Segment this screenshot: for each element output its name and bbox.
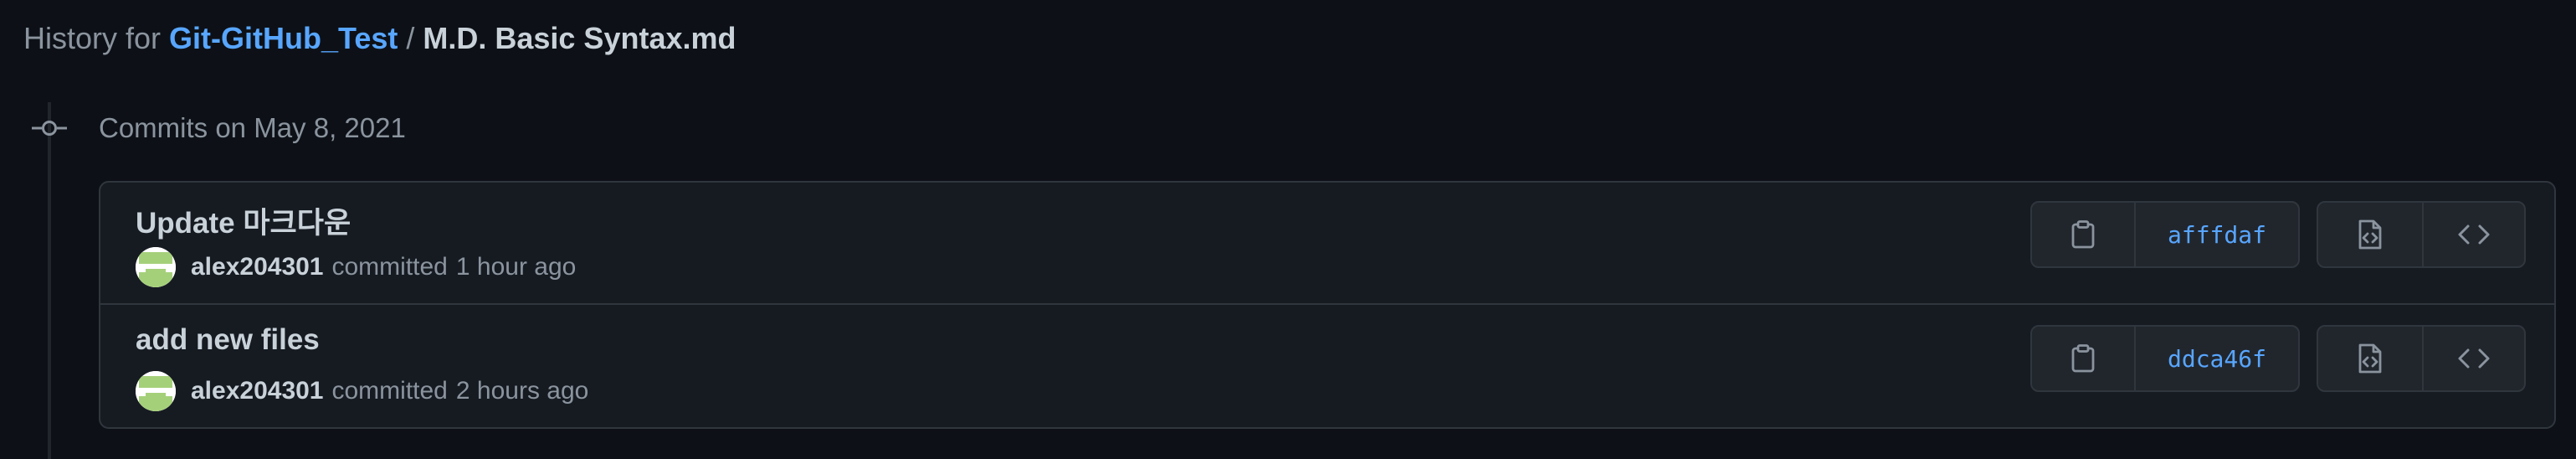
commit-meta: alex204301 committed 1 hour ago	[136, 246, 576, 288]
git-commit-icon	[32, 116, 67, 141]
page-title: History for Git-GitHub_Test / M.D. Basic…	[23, 15, 736, 62]
clipboard-icon	[2071, 344, 2095, 373]
code-icon	[2458, 348, 2490, 369]
browse-repo-button[interactable]	[2422, 203, 2524, 266]
commit-action: committed	[331, 377, 448, 405]
commit-message-link[interactable]: Update 마크다운	[136, 199, 351, 242]
commits-date-heading: Commits on May 8, 2021	[99, 112, 406, 143]
commit-meta: alex204301 committed 2 hours ago	[136, 370, 588, 412]
view-file-button[interactable]	[2318, 327, 2422, 390]
file-code-icon	[2358, 219, 2382, 250]
view-button-group	[2317, 201, 2526, 268]
commit-time: 1 hour ago	[455, 253, 577, 281]
commit-action: committed	[331, 253, 448, 281]
code-icon	[2458, 224, 2490, 245]
commit-row: add new files alex204301 committed 2 hou…	[100, 307, 2554, 427]
copy-sha-button[interactable]	[2032, 203, 2134, 266]
commit-row: Update 마크다운 alex204301 committed 1 hour …	[100, 183, 2554, 305]
avatar[interactable]	[136, 371, 176, 411]
browse-repo-button[interactable]	[2422, 327, 2524, 390]
copy-sha-button[interactable]	[2032, 327, 2134, 390]
file-code-icon	[2358, 343, 2382, 374]
repo-link[interactable]: Git-GitHub_Test	[169, 21, 398, 56]
commit-list: Update 마크다운 alex204301 committed 1 hour …	[99, 181, 2556, 429]
title-separator: /	[406, 21, 415, 55]
timeline-line	[48, 102, 51, 459]
commit-time: 2 hours ago	[455, 377, 589, 405]
view-button-group	[2317, 325, 2526, 392]
clipboard-icon	[2071, 220, 2095, 249]
view-file-button[interactable]	[2318, 203, 2422, 266]
author-link[interactable]: alex204301	[191, 253, 324, 281]
file-name: M.D. Basic Syntax.md	[423, 21, 736, 55]
author-link[interactable]: alex204301	[191, 377, 324, 405]
sha-button-group: afffdaf	[2030, 201, 2300, 268]
avatar[interactable]	[136, 247, 176, 287]
commit-sha-link[interactable]: afffdaf	[2134, 203, 2298, 266]
commit-message-link[interactable]: add new files	[136, 323, 320, 357]
commit-sha-link[interactable]: ddca46f	[2134, 327, 2298, 390]
commit-history-page: History for Git-GitHub_Test / M.D. Basic…	[0, 0, 2576, 459]
sha-button-group: ddca46f	[2030, 325, 2300, 392]
title-prefix: History for	[23, 21, 162, 55]
